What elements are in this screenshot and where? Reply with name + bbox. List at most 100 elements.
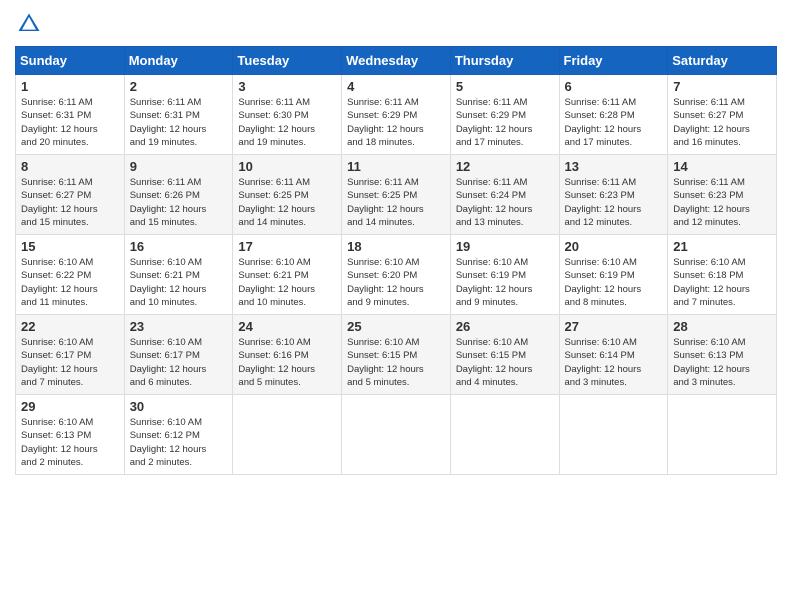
- day-number: 23: [130, 319, 228, 334]
- day-info: Sunrise: 6:10 AMSunset: 6:15 PMDaylight:…: [456, 336, 554, 389]
- calendar-cell: 16 Sunrise: 6:10 AMSunset: 6:21 PMDaylig…: [124, 235, 233, 315]
- calendar-cell: 5 Sunrise: 6:11 AMSunset: 6:29 PMDayligh…: [450, 75, 559, 155]
- day-number: 18: [347, 239, 445, 254]
- day-info: Sunrise: 6:10 AMSunset: 6:19 PMDaylight:…: [456, 256, 554, 309]
- day-number: 21: [673, 239, 771, 254]
- calendar-cell: 17 Sunrise: 6:10 AMSunset: 6:21 PMDaylig…: [233, 235, 342, 315]
- day-info: Sunrise: 6:11 AMSunset: 6:25 PMDaylight:…: [347, 176, 445, 229]
- calendar-cell: 6 Sunrise: 6:11 AMSunset: 6:28 PMDayligh…: [559, 75, 668, 155]
- calendar-cell: 21 Sunrise: 6:10 AMSunset: 6:18 PMDaylig…: [668, 235, 777, 315]
- day-number: 1: [21, 79, 119, 94]
- calendar-cell: [559, 395, 668, 475]
- calendar-cell: [342, 395, 451, 475]
- calendar-cell: 24 Sunrise: 6:10 AMSunset: 6:16 PMDaylig…: [233, 315, 342, 395]
- calendar-week-row: 8 Sunrise: 6:11 AMSunset: 6:27 PMDayligh…: [16, 155, 777, 235]
- calendar-week-row: 29 Sunrise: 6:10 AMSunset: 6:13 PMDaylig…: [16, 395, 777, 475]
- day-info: Sunrise: 6:10 AMSunset: 6:18 PMDaylight:…: [673, 256, 771, 309]
- day-number: 24: [238, 319, 336, 334]
- calendar-header-row: SundayMondayTuesdayWednesdayThursdayFrid…: [16, 47, 777, 75]
- day-info: Sunrise: 6:10 AMSunset: 6:16 PMDaylight:…: [238, 336, 336, 389]
- calendar-cell: 9 Sunrise: 6:11 AMSunset: 6:26 PMDayligh…: [124, 155, 233, 235]
- day-number: 16: [130, 239, 228, 254]
- day-info: Sunrise: 6:11 AMSunset: 6:29 PMDaylight:…: [347, 96, 445, 149]
- calendar-cell: 11 Sunrise: 6:11 AMSunset: 6:25 PMDaylig…: [342, 155, 451, 235]
- day-info: Sunrise: 6:10 AMSunset: 6:12 PMDaylight:…: [130, 416, 228, 469]
- calendar-cell: [233, 395, 342, 475]
- day-number: 7: [673, 79, 771, 94]
- day-info: Sunrise: 6:11 AMSunset: 6:31 PMDaylight:…: [130, 96, 228, 149]
- day-number: 26: [456, 319, 554, 334]
- day-number: 27: [565, 319, 663, 334]
- day-number: 29: [21, 399, 119, 414]
- logo: [15, 10, 47, 38]
- day-info: Sunrise: 6:10 AMSunset: 6:22 PMDaylight:…: [21, 256, 119, 309]
- calendar-header-wednesday: Wednesday: [342, 47, 451, 75]
- day-info: Sunrise: 6:10 AMSunset: 6:17 PMDaylight:…: [130, 336, 228, 389]
- day-number: 19: [456, 239, 554, 254]
- calendar-cell: 30 Sunrise: 6:10 AMSunset: 6:12 PMDaylig…: [124, 395, 233, 475]
- calendar-cell: 19 Sunrise: 6:10 AMSunset: 6:19 PMDaylig…: [450, 235, 559, 315]
- day-number: 17: [238, 239, 336, 254]
- day-number: 9: [130, 159, 228, 174]
- calendar-body: 1 Sunrise: 6:11 AMSunset: 6:31 PMDayligh…: [16, 75, 777, 475]
- calendar-header-saturday: Saturday: [668, 47, 777, 75]
- header: [15, 10, 777, 38]
- day-number: 13: [565, 159, 663, 174]
- calendar-cell: 15 Sunrise: 6:10 AMSunset: 6:22 PMDaylig…: [16, 235, 125, 315]
- day-info: Sunrise: 6:11 AMSunset: 6:29 PMDaylight:…: [456, 96, 554, 149]
- day-number: 10: [238, 159, 336, 174]
- day-number: 25: [347, 319, 445, 334]
- day-info: Sunrise: 6:11 AMSunset: 6:23 PMDaylight:…: [565, 176, 663, 229]
- day-info: Sunrise: 6:11 AMSunset: 6:27 PMDaylight:…: [21, 176, 119, 229]
- calendar-cell: 22 Sunrise: 6:10 AMSunset: 6:17 PMDaylig…: [16, 315, 125, 395]
- calendar-cell: 10 Sunrise: 6:11 AMSunset: 6:25 PMDaylig…: [233, 155, 342, 235]
- calendar-cell: 13 Sunrise: 6:11 AMSunset: 6:23 PMDaylig…: [559, 155, 668, 235]
- calendar-header-thursday: Thursday: [450, 47, 559, 75]
- calendar-cell: 23 Sunrise: 6:10 AMSunset: 6:17 PMDaylig…: [124, 315, 233, 395]
- calendar-cell: 27 Sunrise: 6:10 AMSunset: 6:14 PMDaylig…: [559, 315, 668, 395]
- calendar-cell: 18 Sunrise: 6:10 AMSunset: 6:20 PMDaylig…: [342, 235, 451, 315]
- day-info: Sunrise: 6:11 AMSunset: 6:24 PMDaylight:…: [456, 176, 554, 229]
- logo-icon: [15, 10, 43, 38]
- calendar-cell: 20 Sunrise: 6:10 AMSunset: 6:19 PMDaylig…: [559, 235, 668, 315]
- day-info: Sunrise: 6:10 AMSunset: 6:13 PMDaylight:…: [21, 416, 119, 469]
- day-info: Sunrise: 6:11 AMSunset: 6:31 PMDaylight:…: [21, 96, 119, 149]
- day-number: 30: [130, 399, 228, 414]
- day-number: 14: [673, 159, 771, 174]
- day-info: Sunrise: 6:10 AMSunset: 6:14 PMDaylight:…: [565, 336, 663, 389]
- day-number: 5: [456, 79, 554, 94]
- day-number: 2: [130, 79, 228, 94]
- day-info: Sunrise: 6:11 AMSunset: 6:23 PMDaylight:…: [673, 176, 771, 229]
- calendar-table: SundayMondayTuesdayWednesdayThursdayFrid…: [15, 46, 777, 475]
- calendar-header-monday: Monday: [124, 47, 233, 75]
- day-info: Sunrise: 6:10 AMSunset: 6:21 PMDaylight:…: [238, 256, 336, 309]
- calendar-cell: 12 Sunrise: 6:11 AMSunset: 6:24 PMDaylig…: [450, 155, 559, 235]
- day-number: 22: [21, 319, 119, 334]
- day-number: 8: [21, 159, 119, 174]
- calendar-header-tuesday: Tuesday: [233, 47, 342, 75]
- day-number: 3: [238, 79, 336, 94]
- day-info: Sunrise: 6:10 AMSunset: 6:20 PMDaylight:…: [347, 256, 445, 309]
- calendar-week-row: 15 Sunrise: 6:10 AMSunset: 6:22 PMDaylig…: [16, 235, 777, 315]
- day-info: Sunrise: 6:11 AMSunset: 6:26 PMDaylight:…: [130, 176, 228, 229]
- day-number: 6: [565, 79, 663, 94]
- day-info: Sunrise: 6:10 AMSunset: 6:15 PMDaylight:…: [347, 336, 445, 389]
- calendar-cell: [450, 395, 559, 475]
- day-number: 15: [21, 239, 119, 254]
- calendar-cell: 29 Sunrise: 6:10 AMSunset: 6:13 PMDaylig…: [16, 395, 125, 475]
- calendar-header-sunday: Sunday: [16, 47, 125, 75]
- calendar-week-row: 22 Sunrise: 6:10 AMSunset: 6:17 PMDaylig…: [16, 315, 777, 395]
- day-number: 20: [565, 239, 663, 254]
- day-info: Sunrise: 6:10 AMSunset: 6:19 PMDaylight:…: [565, 256, 663, 309]
- calendar-cell: 2 Sunrise: 6:11 AMSunset: 6:31 PMDayligh…: [124, 75, 233, 155]
- calendar-cell: 4 Sunrise: 6:11 AMSunset: 6:29 PMDayligh…: [342, 75, 451, 155]
- calendar-cell: 26 Sunrise: 6:10 AMSunset: 6:15 PMDaylig…: [450, 315, 559, 395]
- calendar-cell: 25 Sunrise: 6:10 AMSunset: 6:15 PMDaylig…: [342, 315, 451, 395]
- day-number: 28: [673, 319, 771, 334]
- day-info: Sunrise: 6:11 AMSunset: 6:25 PMDaylight:…: [238, 176, 336, 229]
- day-info: Sunrise: 6:10 AMSunset: 6:21 PMDaylight:…: [130, 256, 228, 309]
- calendar-cell: [668, 395, 777, 475]
- calendar-week-row: 1 Sunrise: 6:11 AMSunset: 6:31 PMDayligh…: [16, 75, 777, 155]
- day-info: Sunrise: 6:11 AMSunset: 6:27 PMDaylight:…: [673, 96, 771, 149]
- day-number: 11: [347, 159, 445, 174]
